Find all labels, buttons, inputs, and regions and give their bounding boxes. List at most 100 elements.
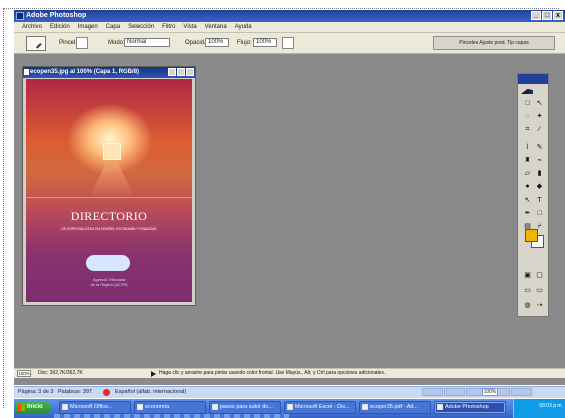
palette-well[interactable]: Pinceles Ajuste pred. Tip capas (433, 36, 555, 50)
airbrush-icon[interactable] (282, 37, 294, 49)
folder-icon (137, 404, 143, 410)
standard-screen-icon[interactable]: ▭ (522, 285, 533, 296)
status-play-icon[interactable] (151, 371, 156, 377)
web-layout-button[interactable] (444, 388, 466, 396)
start-button[interactable]: Inicio (15, 401, 51, 414)
brush-label: Pincel: (59, 40, 78, 46)
gradient-icon[interactable]: ▮ (534, 168, 545, 179)
status-hint: Haga clic y arrastre para pintar usando … (159, 370, 386, 376)
taskbar-item-label: Microsoft Office... (70, 404, 113, 410)
menu-archivo[interactable]: Archivo (22, 22, 42, 32)
tool-preset-picker[interactable] (26, 36, 46, 51)
photoshop-feather-icon (521, 86, 545, 94)
photoshop-logo-icon (16, 12, 24, 20)
flow-label: Flujo: (237, 40, 252, 46)
taskbar-item-photoshop[interactable]: Adobe Photoshop (434, 401, 506, 414)
slice-tool-icon[interactable]: ⁄ (534, 124, 545, 135)
jump-to-imageready-icon[interactable]: ◍ (522, 300, 533, 311)
normal-view-button[interactable] (422, 388, 444, 396)
document-canvas[interactable]: DIRECTORIO DE ESPECIALISTAS EN DISEÑO, E… (26, 79, 192, 302)
brush-preset-picker[interactable] (76, 37, 88, 49)
cover-title: DIRECTORIO (70, 209, 148, 223)
menu-bar: Archivo Edición Imagen Capa Selección Fi… (14, 22, 565, 33)
opacity-field[interactable]: 100% (205, 38, 229, 47)
itfm-logo (86, 255, 130, 271)
document-close-button[interactable] (186, 68, 194, 76)
taskbar-item-microsoft-office[interactable]: Microsoft Office... (59, 401, 131, 414)
stamp-icon[interactable]: ♜ (522, 155, 533, 166)
eraser-icon[interactable]: ▱ (522, 168, 533, 179)
menu-ayuda[interactable]: Ayuda (235, 22, 252, 32)
word-icon (212, 404, 218, 410)
taskbar-item-label: Adobe Photoshop (445, 404, 489, 410)
menu-imagen[interactable]: Imagen (78, 22, 98, 32)
word-zoom-field[interactable]: 100% (482, 388, 498, 396)
cover-doorway-icon (103, 143, 121, 160)
crop-tool-icon[interactable]: ⌗ (522, 124, 533, 135)
close-button[interactable]: x (553, 11, 563, 20)
document-maximize-button[interactable] (177, 68, 185, 76)
screen-mode-icon[interactable]: ▢ (534, 270, 545, 281)
taskbar-item-label: pasos para subir do... (220, 404, 273, 410)
mode-label: Modo: (108, 40, 125, 46)
spelling-status-icon[interactable] (103, 389, 110, 396)
healing-brush-icon[interactable]: ⌇ (522, 142, 533, 153)
document-size: Doc: 362,7K/362,7K (38, 370, 83, 376)
menu-vista[interactable]: Vista (183, 22, 196, 32)
word-page-count: Página: 3 de 3 (18, 389, 54, 395)
system-tray: 08:03 p.m. (513, 399, 565, 418)
blur-icon[interactable]: ◆ (534, 181, 545, 192)
menu-ventana[interactable]: Ventana (205, 22, 227, 32)
path-selection-icon[interactable]: ↖ (522, 195, 533, 206)
flow-field[interactable]: 100% (253, 38, 277, 47)
cover-subtitle: DE ESPECIALISTAS EN DISEÑO, ECONOMÍA Y F… (61, 227, 157, 231)
full-screen-icon[interactable]: ▭ (534, 285, 545, 296)
taskbar-item-label: Microsoft Excel - Dis... (295, 404, 350, 410)
reading-layout-button[interactable] (510, 388, 533, 396)
menu-filtro[interactable]: Filtro (162, 22, 175, 32)
history-brush-icon[interactable]: ⌁ (534, 155, 545, 166)
app-title: Adobe Photoshop (26, 12, 87, 19)
imageready-icon[interactable]: ⇢ (534, 300, 545, 311)
office-icon (62, 404, 68, 410)
taskbar-item-excel[interactable]: Microsoft Excel - Dis... (284, 401, 356, 414)
marquee-tool-icon[interactable]: □ (522, 98, 533, 109)
document-minimize-button[interactable] (168, 68, 176, 76)
taskbar-item-pdf[interactable]: ecoper35.pdf - Ad... (359, 401, 431, 414)
app-titlebar[interactable]: Adobe Photoshop _ □ x (14, 10, 565, 22)
taskbar-item-economia[interactable]: economía (134, 401, 206, 414)
cover-horizon (26, 197, 192, 198)
zoom-level-field[interactable]: 100% (17, 370, 31, 377)
opacity-label: Opacid.: (185, 40, 208, 46)
window-controls: _ □ x (531, 11, 563, 20)
screen: Adobe Photoshop _ □ x Archivo Edición Im… (0, 0, 565, 418)
workspace: ecopen35.jpg al 100% (Capa 1, RGB/8) DIR… (14, 54, 565, 377)
foreground-color-swatch[interactable] (525, 229, 538, 242)
maximize-button[interactable]: □ (542, 11, 552, 20)
agency-line-2: de la Región (ACTR) (90, 282, 128, 287)
photoshop-icon (437, 404, 443, 410)
quick-mask-icon[interactable]: ▣ (522, 270, 533, 281)
dotted-border-left (3, 8, 4, 408)
taskbar-item-label: ecoper35.pdf - Ad... (370, 404, 419, 410)
menu-seleccion[interactable]: Selección (128, 22, 154, 32)
menu-capa[interactable]: Capa (106, 22, 120, 32)
minimize-button[interactable]: _ (531, 11, 541, 20)
dodge-icon[interactable]: ● (522, 181, 533, 192)
mode-select[interactable]: Normal (124, 38, 170, 47)
taskbar-item-pasos[interactable]: pasos para subir do... (209, 401, 281, 414)
toolbox-header[interactable] (518, 74, 548, 84)
word-word-count: Palabras: 397 (58, 389, 92, 395)
shape-icon[interactable]: □ (534, 208, 545, 219)
lasso-tool-icon[interactable]: ◌ (522, 111, 533, 122)
type-icon[interactable]: T (534, 195, 545, 206)
brush-icon[interactable]: ✎ (534, 142, 545, 153)
menu-edicion[interactable]: Edición (50, 22, 70, 32)
pen-icon[interactable]: ✒ (522, 208, 533, 219)
agency-text: Agencia Tributaria de la Región (ACTR) (69, 277, 149, 287)
word-language: Español (alfab. internacional) (115, 389, 187, 395)
move-tool-icon[interactable]: ↖ (534, 98, 545, 109)
magic-wand-icon[interactable]: ✦ (534, 111, 545, 122)
word-view-buttons (422, 388, 533, 396)
excel-icon (287, 404, 293, 410)
